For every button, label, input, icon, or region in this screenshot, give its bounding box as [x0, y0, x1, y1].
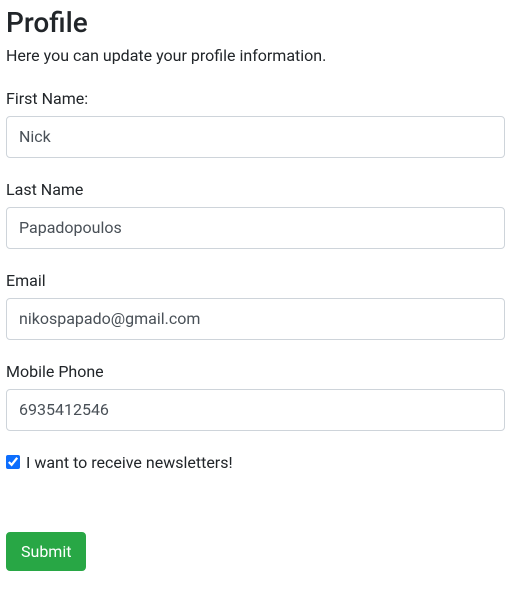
first-name-label: First Name:	[6, 89, 505, 108]
page-subtitle: Here you can update your profile informa…	[6, 46, 505, 65]
mobile-phone-input[interactable]	[6, 389, 505, 431]
newsletter-label[interactable]: I want to receive newsletters!	[26, 453, 233, 472]
profile-form: First Name: Last Name Email Mobile Phone…	[6, 89, 505, 571]
email-label: Email	[6, 271, 505, 290]
page-title: Profile	[6, 6, 505, 40]
last-name-label: Last Name	[6, 180, 505, 199]
mobile-phone-label: Mobile Phone	[6, 362, 505, 381]
newsletter-checkbox[interactable]	[6, 455, 20, 469]
last-name-input[interactable]	[6, 207, 505, 249]
email-input[interactable]	[6, 298, 505, 340]
submit-button[interactable]: Submit	[6, 532, 86, 571]
first-name-input[interactable]	[6, 116, 505, 158]
